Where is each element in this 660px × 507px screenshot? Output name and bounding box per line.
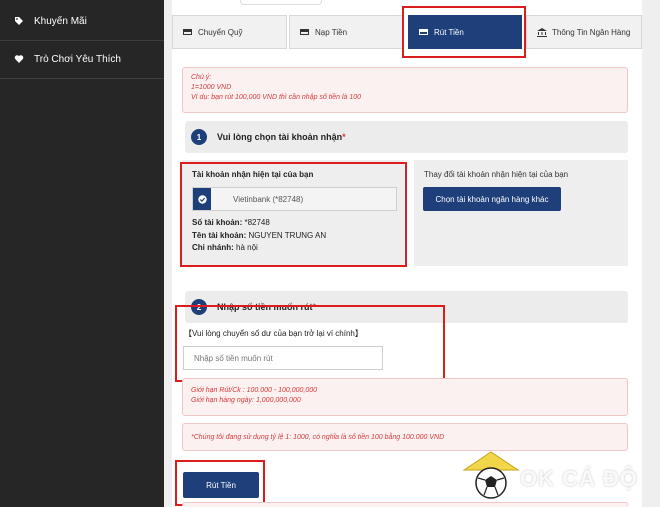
account-name: Tên tài khoản: NGUYEN TRUNG AN bbox=[192, 231, 327, 240]
withdraw-submit-button[interactable]: Rút Tiền bbox=[183, 472, 259, 498]
watermark-logo: OK CÁ ĐỘ bbox=[462, 448, 652, 504]
sidebar-item-label: Trò Chơi Yêu Thích bbox=[34, 53, 121, 65]
card-icon bbox=[419, 29, 428, 35]
current-account-heading: Tài khoản nhận hiện tại của bạn bbox=[192, 170, 314, 179]
tag-icon bbox=[15, 17, 23, 25]
bank-select-value: Vietinbank (*82748) bbox=[233, 194, 304, 204]
tab-label: Nạp Tiền bbox=[315, 27, 348, 37]
sidebar-item-label: Khuyến Mãi bbox=[34, 15, 87, 27]
sidebar-item-promotions[interactable]: Khuyến Mãi bbox=[0, 2, 164, 41]
tab-label: Chuyển Quỹ bbox=[198, 27, 243, 37]
tab-withdraw[interactable]: Rút Tiền bbox=[408, 15, 522, 49]
note-line: 1=1000 VND bbox=[191, 84, 232, 91]
sidebar-item-favorite-games[interactable]: Trò Chơi Yêu Thích bbox=[0, 40, 164, 79]
check-icon bbox=[193, 188, 211, 210]
amount-hint: 【Vui lòng chuyển số dư của bạn trở lại v… bbox=[184, 329, 363, 338]
tab-label: Rút Tiền bbox=[434, 27, 464, 37]
step-title: Nhập số tiền muốn rút bbox=[217, 302, 313, 312]
tab-bar: Chuyển Quỹ Nạp Tiền Rút Tiền Thông Tin N… bbox=[172, 15, 642, 49]
mascot-icon bbox=[462, 451, 520, 499]
watermark-text: OK CÁ ĐỘ bbox=[520, 466, 638, 491]
tab-deposit[interactable]: Nạp Tiền bbox=[289, 15, 404, 49]
note-line: Ví dụ: bạn rút 100,000 VND thì cần nhập … bbox=[191, 94, 362, 101]
required-mark: * bbox=[342, 132, 346, 142]
card-icon bbox=[300, 29, 309, 35]
top-tab-fragment bbox=[240, 0, 322, 5]
tab-transfer[interactable]: Chuyển Quỹ bbox=[172, 15, 287, 49]
account-branch: Chi nhánh: hà nội bbox=[192, 243, 258, 252]
card-icon bbox=[183, 29, 192, 35]
limits-alert: Giới hạn Rút/Ck : 100.000 - 100,000,000 … bbox=[182, 378, 628, 416]
note-line: Chú ý: bbox=[191, 74, 212, 81]
note-alert: Chú ý: 1=1000 VND Ví dụ: bạn rút 100,000… bbox=[182, 67, 628, 113]
limit-line: Giới hạn hàng ngày: 1,000,000,000 bbox=[191, 397, 301, 404]
step-number-badge: 2 bbox=[191, 299, 207, 315]
step-1-header: 1 Vui lòng chọn tài khoản nhận * bbox=[185, 121, 628, 153]
required-mark: * bbox=[312, 302, 317, 312]
step-title: Vui lòng chọn tài khoản nhận bbox=[217, 132, 343, 142]
rate-note: *Chúng tôi đang sử dụng tỷ lệ 1: 1000, c… bbox=[191, 434, 445, 441]
tab-label: Thông Tin Ngân Hàng bbox=[552, 27, 631, 37]
account-number: Số tài khoản: *82748 bbox=[192, 218, 270, 227]
sidebar: Khuyến Mãi Trò Chơi Yêu Thích bbox=[0, 0, 164, 507]
heart-icon bbox=[14, 55, 24, 63]
bank-icon bbox=[537, 27, 547, 37]
change-account-heading: Thay đổi tài khoản nhận hiện tại của bạn bbox=[424, 170, 569, 179]
tab-bank-info[interactable]: Thông Tin Ngân Hàng bbox=[526, 15, 642, 49]
withdraw-amount-input[interactable] bbox=[183, 346, 383, 370]
bank-account-select[interactable]: Vietinbank (*82748) bbox=[192, 187, 397, 211]
rate-alert: *Chúng tôi đang sử dụng tỷ lệ 1: 1000, c… bbox=[182, 423, 628, 451]
step-2-header: 2 Nhập số tiền muốn rút * bbox=[185, 291, 628, 323]
step-number-badge: 1 bbox=[191, 129, 207, 145]
limit-line: Giới hạn Rút/Ck : 100.000 - 100,000,000 bbox=[191, 387, 318, 394]
choose-other-bank-button[interactable]: Chọn tài khoản ngân hàng khác bbox=[423, 187, 561, 211]
